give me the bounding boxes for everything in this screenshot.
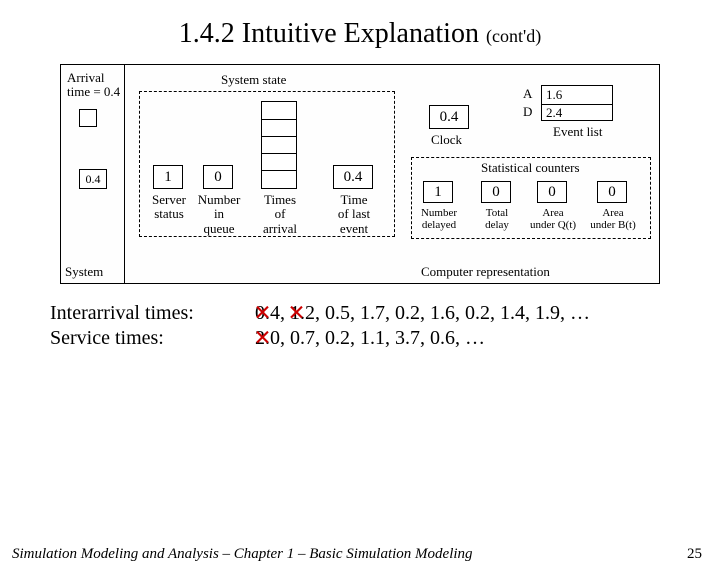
service-values-text: 2.0, 0.7, 0.2, 1.1, 3.7, 0.6, … xyxy=(240,327,485,349)
area-b-value: 0 xyxy=(597,181,627,203)
stat-counters-label: Statistical counters xyxy=(481,161,580,175)
page-number: 25 xyxy=(687,546,702,563)
slide-title: 1.4.2 Intuitive Explanation (cont'd) xyxy=(0,18,720,50)
interarrival-label: Interarrival times: xyxy=(50,302,240,325)
event-D: 2.4 xyxy=(546,106,562,120)
system-state-label: System state xyxy=(221,73,286,87)
arrival-time-label: Arrival time = 0.4 xyxy=(67,71,120,100)
arrival-empty-box xyxy=(79,109,97,127)
service-row: Service times: 2.0, 0.7, 0.2, 1.1, 3.7, … xyxy=(50,327,720,350)
interarrival-values-text: 0.4, 1.2, 0.5, 1.7, 0.2, 1.6, 0.2, 1.4, … xyxy=(240,302,590,324)
time-last-event-value: 0.4 xyxy=(333,165,373,189)
event-D-label: D xyxy=(523,105,532,119)
times-of-arrival-label: Times of arrival xyxy=(257,193,303,236)
num-delayed-value: 1 xyxy=(423,181,453,203)
computer-rep-label: Computer representation xyxy=(421,265,550,279)
total-delay-label: Total delay xyxy=(475,207,519,231)
server-status-value: 1 xyxy=(153,165,183,189)
clock-label: Clock xyxy=(431,133,462,147)
event-A: 1.6 xyxy=(546,88,570,102)
num-in-queue-label: Number in queue xyxy=(195,193,243,236)
area-b-label: Area under B(t) xyxy=(583,207,643,231)
event-A-label: A xyxy=(523,87,532,101)
interarrival-values: 0.4, 1.2, 0.5, 1.7, 0.2, 1.6, 0.2, 1.4, … xyxy=(240,302,590,325)
area-q-label: Area under Q(t) xyxy=(523,207,583,231)
vertical-divider xyxy=(124,65,125,283)
footer-text: Simulation Modeling and Analysis – Chapt… xyxy=(12,546,473,563)
simulation-diagram: Arrival time = 0.4 0.4 System System sta… xyxy=(60,64,660,284)
title-main: 1.4.2 Intuitive Explanation xyxy=(179,18,479,49)
interarrival-row: Interarrival times: 0.4, 1.2, 0.5, 1.7, … xyxy=(50,302,720,325)
times-of-arrival-stack xyxy=(261,101,297,189)
time-last-event-label: Time of last event xyxy=(329,193,379,236)
server-status-label: Server status xyxy=(147,193,191,222)
total-delay-value: 0 xyxy=(481,181,511,203)
service-label: Service times: xyxy=(50,327,240,350)
area-q-value: 0 xyxy=(537,181,567,203)
arrival-token: 0.4 xyxy=(79,169,107,189)
service-values: 2.0, 0.7, 0.2, 1.1, 3.7, 0.6, … × xyxy=(240,327,485,350)
event-list-box: 1.6 2.4 xyxy=(541,85,613,121)
num-delayed-label: Number delayed xyxy=(413,207,465,231)
title-contd: (cont'd) xyxy=(486,26,541,46)
event-list-label: Event list xyxy=(553,125,602,139)
num-in-queue-value: 0 xyxy=(203,165,233,189)
system-label: System xyxy=(65,265,103,279)
clock-value: 0.4 xyxy=(429,105,469,129)
